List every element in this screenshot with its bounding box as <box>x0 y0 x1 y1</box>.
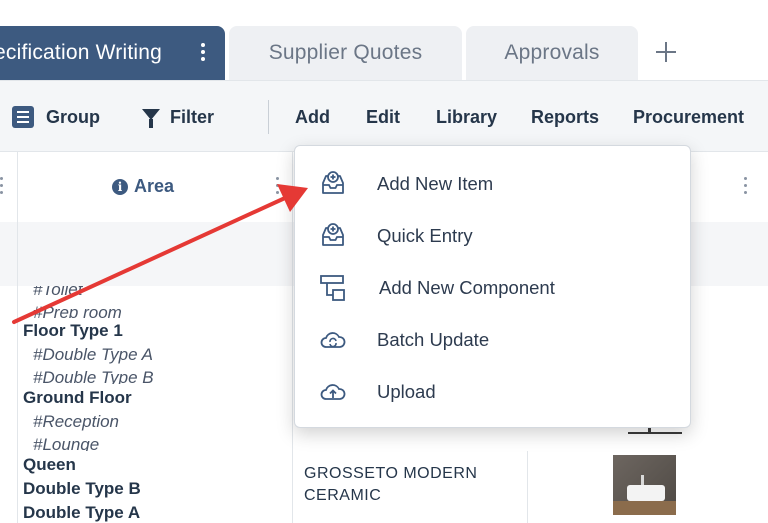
area-cell: #Toilet #Prep room <box>23 286 122 319</box>
table-row[interactable]: Queen Double Type B Double Type A GROSSE… <box>0 451 768 523</box>
filter-button[interactable]: Filter <box>142 81 214 153</box>
tab-specification-writing[interactable]: ecification Writing <box>0 26 225 80</box>
toolbar-divider <box>268 100 269 134</box>
menu-item-label: Add New Component <box>379 277 555 298</box>
area-tag: #Double Type B <box>33 368 154 385</box>
area-title: Floor Type 1 <box>23 321 123 340</box>
area-tag: #Lounge <box>33 435 100 452</box>
add-dropdown-menu: Add New Item Quick Entry Add New Compone… <box>294 145 691 428</box>
filter-label: Filter <box>170 106 215 127</box>
area-cell: Ground Floor #Reception #Lounge <box>23 386 132 452</box>
add-menu-button[interactable]: Add <box>295 81 330 153</box>
info-icon: i <box>112 178 128 195</box>
menu-item-label: Batch Update <box>377 329 490 350</box>
cloud-upload-icon <box>320 384 346 400</box>
procurement-menu-button[interactable]: Procurement <box>633 81 744 153</box>
column-divider <box>292 222 293 286</box>
area-tag: #Double Type A <box>33 345 154 364</box>
menu-item-label: Quick Entry <box>377 225 473 246</box>
column-divider <box>292 451 293 523</box>
toolbar: Group Filter Add Edit Library Reports Pr… <box>0 80 768 152</box>
reports-menu-button[interactable]: Reports <box>531 81 599 153</box>
group-button[interactable]: Group <box>12 81 100 153</box>
tab-approvals[interactable]: Approvals <box>466 26 638 80</box>
column-divider <box>17 286 18 318</box>
group-label: Group <box>46 106 100 127</box>
tab-supplier-quotes[interactable]: Supplier Quotes <box>229 26 462 80</box>
area-tag: #Prep room <box>33 303 122 319</box>
column-divider <box>17 384 18 451</box>
filter-icon <box>142 108 160 128</box>
menu-item-add-new-component[interactable]: Add New Component <box>295 262 690 314</box>
tab-menu-icon[interactable] <box>201 43 205 64</box>
column-divider <box>292 286 293 318</box>
column-divider <box>17 318 18 384</box>
menu-item-batch-update[interactable]: Batch Update <box>295 314 690 366</box>
column-menu-icon[interactable] <box>744 177 748 198</box>
area-cell: Queen Double Type B Double Type A <box>23 453 141 523</box>
component-icon <box>320 275 345 301</box>
menu-item-label: Upload <box>377 381 436 402</box>
menu-item-label: Add New Item <box>377 173 494 194</box>
column-menu-icon[interactable] <box>276 177 280 198</box>
tab-label: Supplier Quotes <box>268 41 423 64</box>
area-column-header[interactable]: i Area <box>112 176 174 197</box>
column-divider <box>527 451 528 523</box>
product-thumbnail[interactable] <box>613 455 676 515</box>
edit-menu-button[interactable]: Edit <box>366 81 400 153</box>
menu-item-add-new-item[interactable]: Add New Item <box>295 158 690 210</box>
inbox-add-icon <box>322 171 344 194</box>
area-title: Queen <box>23 455 76 474</box>
column-divider <box>292 152 293 222</box>
tab-label: ecification Writing <box>0 41 162 64</box>
area-cell: Floor Type 1 #Double Type A #Double Type… <box>23 319 154 385</box>
column-divider <box>17 152 18 222</box>
item-description: GROSSETO MODERN CERAMIC <box>304 465 478 504</box>
area-tag: #Reception <box>33 412 120 431</box>
plus-icon[interactable] <box>652 38 680 66</box>
column-menu-icon[interactable] <box>0 177 4 198</box>
area-title: Ground Floor <box>23 388 132 407</box>
inbox-quick-icon <box>322 223 344 246</box>
column-divider <box>292 384 293 451</box>
column-divider <box>292 318 293 384</box>
column-divider <box>17 451 18 523</box>
menu-item-upload[interactable]: Upload <box>295 366 690 418</box>
area-subtitle: Double Type B <box>23 479 141 498</box>
library-menu-button[interactable]: Library <box>436 81 497 153</box>
list-icon <box>12 106 34 128</box>
area-subtitle: Double Type A <box>23 503 141 522</box>
column-divider <box>17 222 18 286</box>
menu-item-quick-entry[interactable]: Quick Entry <box>295 210 690 262</box>
area-header-label: Area <box>134 176 175 196</box>
cloud-sync-icon <box>320 332 346 348</box>
tab-label: Approvals <box>504 41 600 64</box>
tab-bar: ecification Writing Supplier Quotes Appr… <box>0 0 768 80</box>
area-tag: #Toilet <box>33 286 83 299</box>
